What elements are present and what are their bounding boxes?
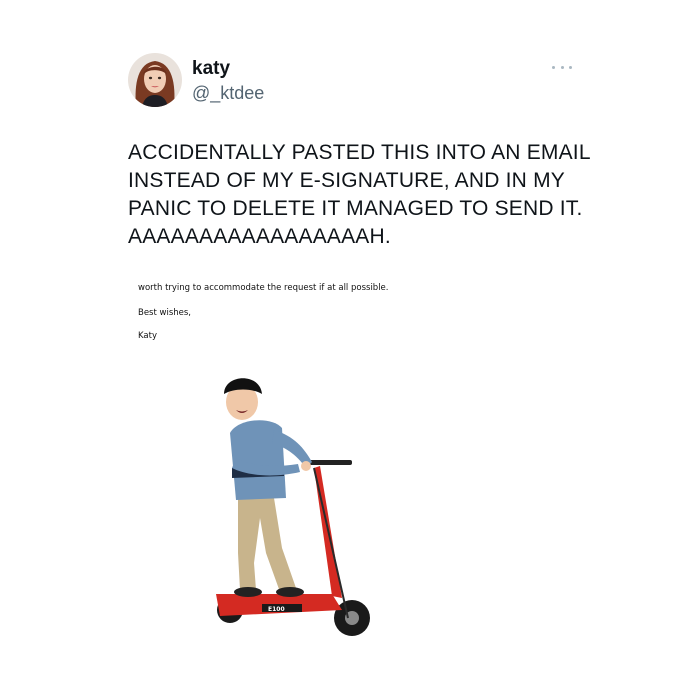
more-dot [569, 65, 572, 69]
email-signoff: Best wishes, [138, 308, 192, 318]
author-avatar[interactable] [128, 53, 182, 107]
svg-text:E100: E100 [268, 606, 285, 613]
avatar-photo-icon [128, 53, 182, 107]
email-screenshot-image: worth trying to accommodate the request … [122, 268, 582, 648]
tweet-card: katy @_ktdee ACCIDENTALLY PASTED THIS IN… [0, 0, 700, 700]
more-options-button[interactable] [552, 60, 572, 74]
boy-on-scooter-image: E100 [216, 378, 370, 636]
email-body-line: worth trying to accommodate the request … [138, 283, 389, 293]
more-dot [560, 65, 564, 69]
email-signature-name: Katy [138, 331, 157, 341]
author-display-name[interactable]: katy [192, 58, 230, 80]
author-handle[interactable]: @_ktdee [192, 83, 264, 104]
more-dots-icon [552, 65, 555, 69]
tweet-text: ACCIDENTALLY PASTED THIS INTO AN EMAIL I… [128, 141, 591, 248]
